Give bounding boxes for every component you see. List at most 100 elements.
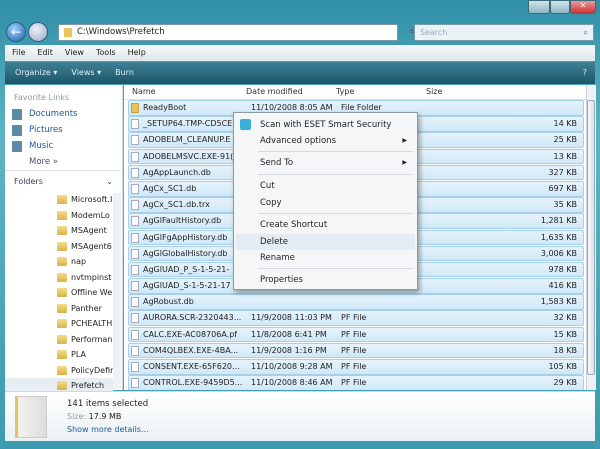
file-size: 29 KB xyxy=(553,378,577,388)
address-bar[interactable]: C:\Windows\Prefetch⇆ xyxy=(58,24,417,41)
favorite-links-title: Favorite Links xyxy=(14,93,70,102)
maximize-button[interactable] xyxy=(550,0,570,14)
file-name: _SETUP64.TMP-CD5CE xyxy=(143,119,233,129)
folder-tree-item[interactable]: PCHEALTH xyxy=(5,316,113,332)
file-icon xyxy=(131,151,139,162)
file-icon xyxy=(131,281,139,292)
folder-tree-item[interactable]: Microsoft.I xyxy=(5,192,113,208)
back-button[interactable]: ← xyxy=(6,22,26,42)
column-type[interactable]: Type xyxy=(336,85,426,99)
menu-tools[interactable]: Tools xyxy=(96,45,116,61)
file-size: 105 KB xyxy=(548,362,577,371)
column-size[interactable]: Size xyxy=(426,85,586,99)
column-name[interactable]: Name xyxy=(124,85,246,99)
folder-tree-item[interactable]: PLA xyxy=(5,347,113,363)
file-row[interactable]: CONTROL.EXE-9459D5... 11/10/2008 8:46 AM P… xyxy=(128,375,584,390)
separator xyxy=(258,268,413,269)
forward-button[interactable] xyxy=(28,22,48,42)
menu-item-scan[interactable]: Scan with ESET Smart Security xyxy=(260,117,409,133)
views-button[interactable]: Views ▾ xyxy=(71,62,101,84)
file-icon xyxy=(131,135,139,146)
file-name: AURORA.SCR-2320443... xyxy=(143,313,242,323)
file-icon xyxy=(131,264,139,275)
favorite-documents[interactable]: Documents xyxy=(5,106,122,122)
pictures-icon xyxy=(12,125,22,136)
show-more-details-link[interactable]: Show more details... xyxy=(67,425,149,434)
file-stack-icon xyxy=(15,396,47,438)
folder-tree-item[interactable]: Performan xyxy=(5,332,113,348)
menu-item-advanced-options[interactable]: Advanced options ▶ xyxy=(260,133,409,149)
folder-icon xyxy=(57,288,67,297)
separator xyxy=(258,174,413,175)
folder-tree-item[interactable]: MSAgent xyxy=(5,223,113,239)
file-row[interactable]: CALC.EXE-AC08706A.pf 11/8/2008 6:41 PM PF … xyxy=(128,326,584,343)
folder-tree-item[interactable]: PolicyDefir xyxy=(5,363,113,379)
file-row[interactable]: AgRobust.db 1,583 KB xyxy=(128,294,584,310)
more-link[interactable]: More » xyxy=(5,154,122,170)
file-name: AgRobust.db xyxy=(143,297,194,307)
file-icon xyxy=(131,329,139,340)
size-value: 17.9 MB xyxy=(88,412,122,421)
folder-tree-item[interactable]: Panther xyxy=(5,301,113,317)
scrollbar-thumb[interactable] xyxy=(587,100,595,375)
size-label: Size: xyxy=(67,412,87,421)
details-pane: 141 items selected Size: 17.9 MB Show mo… xyxy=(5,391,595,441)
menu-bar: File Edit View Tools Help xyxy=(5,45,595,61)
file-icon xyxy=(131,200,139,211)
organize-button[interactable]: Organize ▾ xyxy=(15,62,57,84)
folder-tree-item[interactable]: ModemLo xyxy=(5,208,113,224)
file-size: 1,583 KB xyxy=(540,297,577,307)
file-size: 1,635 KB xyxy=(540,232,577,242)
menu-help[interactable]: Help xyxy=(128,45,146,61)
folder-tree-item[interactable]: nap xyxy=(5,254,113,270)
folder-icon xyxy=(57,210,67,220)
file-icon xyxy=(131,362,139,372)
menu-edit[interactable]: Edit xyxy=(37,45,53,61)
file-row[interactable]: AURORA.SCR-2320443... 11/9/2008 11:03 PM P… xyxy=(128,310,584,327)
menu-item-send-to[interactable]: Send To ▶ xyxy=(260,155,409,171)
menu-item-copy[interactable]: Copy xyxy=(260,195,409,211)
file-icon xyxy=(131,167,139,178)
favorite-music[interactable]: Music xyxy=(5,138,122,154)
folder-tree-item[interactable]: Offline We xyxy=(5,285,113,301)
file-date: 11/9/2008 11:03 PM xyxy=(251,313,332,323)
minimize-button[interactable] xyxy=(528,0,550,14)
folder-icon xyxy=(64,28,72,37)
folders-header[interactable]: Folders ⌄ xyxy=(5,170,122,192)
folder-tree-item[interactable]: nvtmpinst xyxy=(5,270,113,286)
file-icon xyxy=(131,378,139,389)
file-row[interactable]: COM4QLBEX.EXE-4BA... 11/9/2008 1:16 PM PF … xyxy=(128,342,584,359)
menu-item-delete[interactable]: Delete xyxy=(236,234,415,250)
search-icon[interactable]: ⌕ xyxy=(584,25,588,40)
file-date: 11/10/2008 8:46 AM xyxy=(251,378,333,388)
folder-tree-item[interactable]: MSAgent6 xyxy=(5,239,113,255)
file-name: AgAppLaunch.db xyxy=(143,167,211,177)
menu-item-rename[interactable]: Rename xyxy=(260,250,409,266)
file-date: 11/8/2008 6:41 PM xyxy=(251,329,327,339)
file-size xyxy=(431,101,583,115)
favorite-pictures[interactable]: Pictures xyxy=(5,122,122,138)
column-date[interactable]: Date modified xyxy=(246,85,336,99)
search-input[interactable]: Search ⌕ xyxy=(414,24,594,41)
file-type xyxy=(341,295,431,309)
file-name: COM4QLBEX.EXE-4BA... xyxy=(143,345,239,355)
address-text: C:\Windows\Prefetch xyxy=(77,27,165,37)
menu-file[interactable]: File xyxy=(12,45,25,61)
burn-button[interactable]: Burn xyxy=(115,62,134,84)
file-date xyxy=(251,295,341,309)
submenu-arrow-icon: ▶ xyxy=(402,137,407,144)
help-icon[interactable]: ? xyxy=(583,62,587,84)
file-size: 15 KB xyxy=(553,329,577,339)
menu-item-properties[interactable]: Properties xyxy=(260,272,409,288)
folder-icon xyxy=(131,103,139,113)
folder-icon xyxy=(57,334,67,344)
close-button[interactable]: ✕ xyxy=(570,0,596,14)
submenu-arrow-icon: ▶ xyxy=(402,159,407,166)
file-row[interactable]: CONSENT.EXE-65F620... 11/10/2008 9:28 AM P… xyxy=(128,359,584,375)
tree-scrollbar[interactable] xyxy=(113,193,121,389)
menu-item-create-shortcut[interactable]: Create Shortcut xyxy=(260,217,409,233)
file-name: ADOBELM_CLEANUP.E xyxy=(143,135,231,145)
menu-view[interactable]: View xyxy=(65,45,84,61)
menu-item-cut[interactable]: Cut xyxy=(260,178,409,194)
file-type: PF File xyxy=(341,345,367,355)
